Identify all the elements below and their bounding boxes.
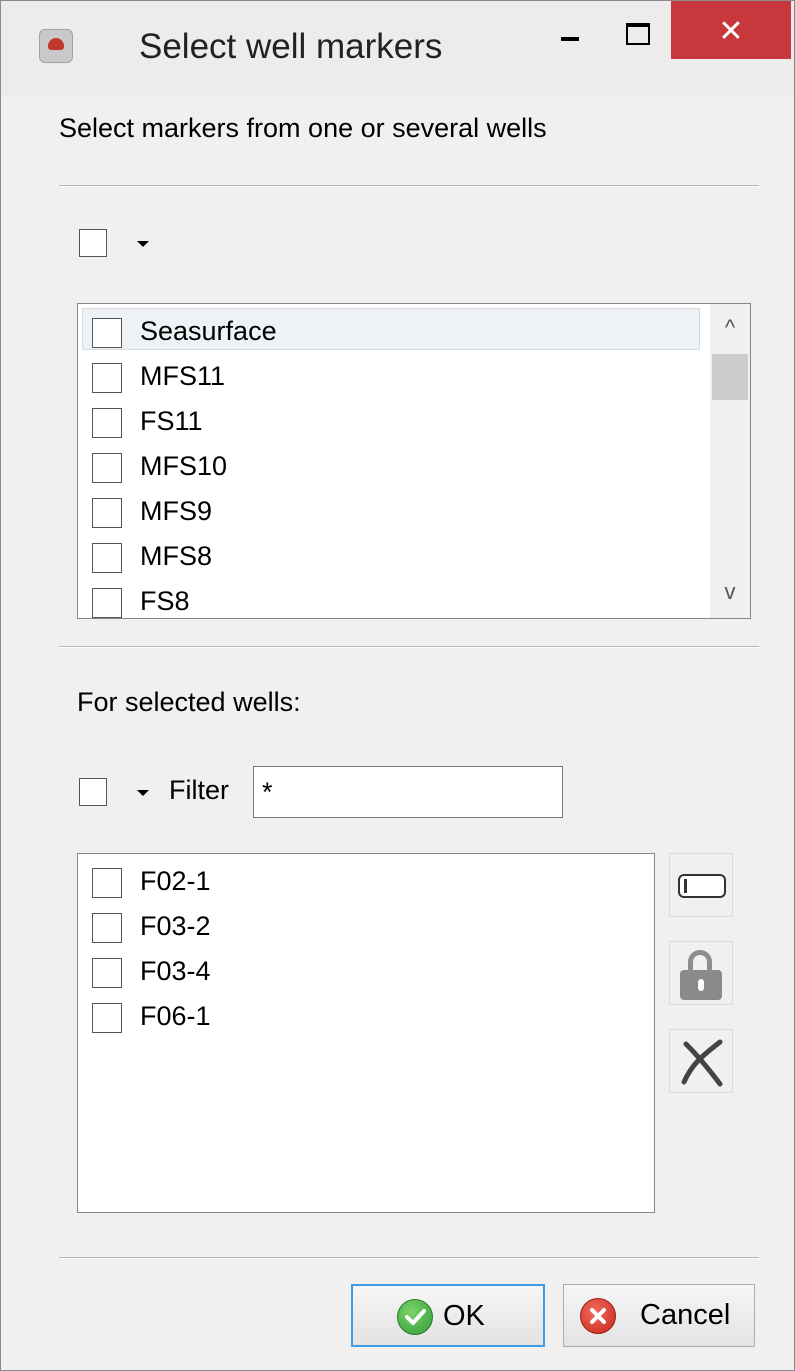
row-label: F06-1 xyxy=(140,1001,211,1031)
ok-button[interactable]: OK xyxy=(351,1284,545,1347)
scroll-thumb[interactable] xyxy=(712,354,748,400)
select-all-wells-checkbox[interactable] xyxy=(79,778,107,806)
wells-list[interactable]: F02-1 F03-2 F03-4 F06-1 xyxy=(77,853,655,1213)
lock-icon xyxy=(688,950,712,972)
lock-icon-body xyxy=(680,970,722,1000)
minimize-button[interactable] xyxy=(541,1,601,59)
marker-list-item[interactable]: MFS9 xyxy=(78,490,698,534)
row-label: Seasurface xyxy=(140,316,277,346)
row-checkbox[interactable] xyxy=(92,868,122,898)
cancel-label: Cancel xyxy=(640,1299,731,1331)
cancel-button[interactable]: Cancel xyxy=(563,1284,755,1347)
cross-icon xyxy=(681,1039,723,1087)
scroll-up-icon[interactable]: ^ xyxy=(720,317,740,339)
cancel-icon xyxy=(580,1298,616,1334)
row-label: MFS11 xyxy=(140,361,226,391)
row-checkbox[interactable] xyxy=(92,1003,122,1033)
markers-list[interactable]: Seasurface MFS11 FS11 MFS10 MFS9 MFS8 FS8 ^ v xyxy=(77,303,751,619)
filter-label: Filter xyxy=(169,775,229,805)
well-list-item[interactable]: F02-1 xyxy=(78,860,654,904)
rectangle-icon xyxy=(678,874,726,898)
select-all-markers-dropdown-arrow[interactable] xyxy=(137,241,149,247)
window-title: Select well markers xyxy=(139,27,443,66)
row-checkbox[interactable] xyxy=(92,318,122,348)
marker-list-item[interactable]: Seasurface xyxy=(78,310,698,354)
clear-button[interactable] xyxy=(669,1029,733,1093)
divider xyxy=(59,185,759,187)
select-all-wells-dropdown-arrow[interactable] xyxy=(137,790,149,796)
app-icon xyxy=(39,29,73,63)
selected-wells-label: For selected wells: xyxy=(77,687,301,717)
well-list-item[interactable]: F06-1 xyxy=(78,995,654,1039)
markers-scrollbar[interactable]: ^ v xyxy=(710,304,750,618)
marker-list-item[interactable]: FS11 xyxy=(78,400,698,444)
row-label: F03-4 xyxy=(140,956,211,986)
row-checkbox[interactable] xyxy=(92,363,122,393)
row-label: MFS8 xyxy=(140,541,213,571)
row-checkbox[interactable] xyxy=(92,498,122,528)
row-label: MFS9 xyxy=(140,496,213,526)
row-checkbox[interactable] xyxy=(92,913,122,943)
well-list-item[interactable]: F03-2 xyxy=(78,905,654,949)
divider xyxy=(59,1257,759,1259)
marker-list-item[interactable]: MFS11 xyxy=(78,355,698,399)
row-label: MFS10 xyxy=(140,451,228,481)
scroll-down-icon[interactable]: v xyxy=(720,581,740,603)
row-label: FS8 xyxy=(140,586,190,616)
maximize-button[interactable] xyxy=(606,1,666,59)
select-all-markers-checkbox[interactable] xyxy=(79,229,107,257)
check-icon xyxy=(397,1299,433,1335)
lock-button[interactable] xyxy=(669,941,733,1005)
dialog-window: Select well markers ✕ Select markers fro… xyxy=(0,0,795,1371)
row-checkbox[interactable] xyxy=(92,543,122,573)
marker-list-item[interactable]: MFS10 xyxy=(78,445,698,489)
marker-list-item[interactable]: MFS8 xyxy=(78,535,698,579)
ok-label: OK xyxy=(443,1300,485,1332)
divider xyxy=(59,646,759,648)
row-label: FS11 xyxy=(140,406,203,436)
title-bar[interactable]: Select well markers ✕ xyxy=(1,1,794,96)
row-checkbox[interactable] xyxy=(92,408,122,438)
close-button[interactable]: ✕ xyxy=(671,1,791,59)
row-checkbox[interactable] xyxy=(92,588,122,618)
select-range-button[interactable] xyxy=(669,853,733,917)
filter-input[interactable] xyxy=(253,766,563,818)
well-list-item[interactable]: F03-4 xyxy=(78,950,654,994)
row-label: F02-1 xyxy=(140,866,211,896)
row-label: F03-2 xyxy=(140,911,211,941)
row-checkbox[interactable] xyxy=(92,453,122,483)
close-icon: ✕ xyxy=(718,15,744,48)
marker-list-item[interactable]: FS8 xyxy=(78,580,698,618)
row-checkbox[interactable] xyxy=(92,958,122,988)
dialog-instruction: Select markers from one or several wells xyxy=(59,113,547,143)
